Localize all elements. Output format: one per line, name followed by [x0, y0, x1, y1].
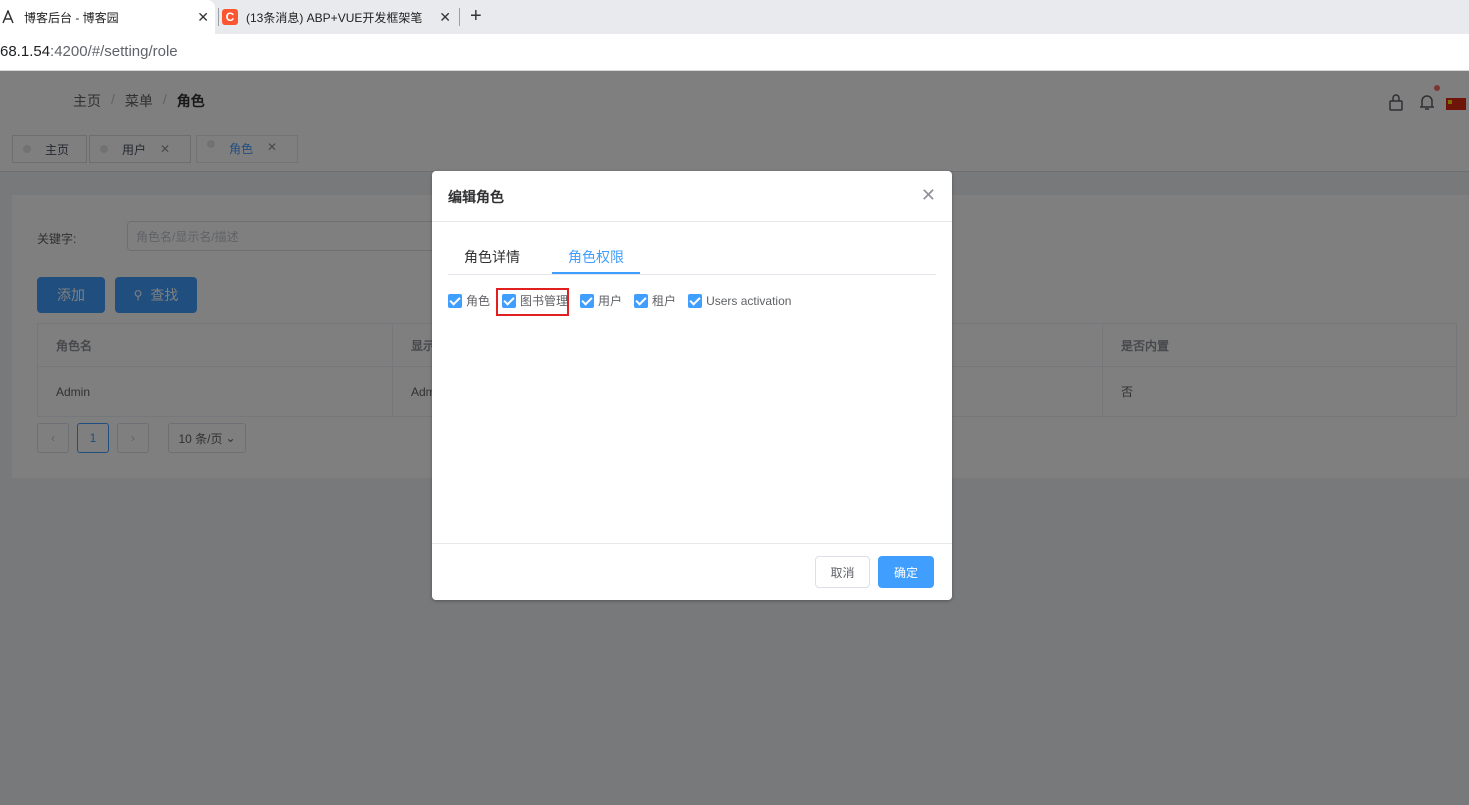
divider: [432, 221, 952, 222]
active-tab-indicator: [552, 272, 640, 274]
annotation-highlight-box: [496, 288, 569, 316]
checkbox-checked-icon[interactable]: [448, 293, 462, 308]
close-icon[interactable]: ✕: [921, 185, 936, 206]
permission-tenants[interactable]: 租户: [634, 292, 676, 309]
permission-users[interactable]: 用户: [580, 292, 622, 309]
dialog-title: 编辑角色: [448, 189, 504, 205]
tab-role-permissions[interactable]: 角色权限: [568, 247, 624, 267]
close-tab-icon[interactable]: ✕: [197, 9, 209, 26]
permission-users-activation[interactable]: Users activation: [688, 293, 791, 308]
new-tab-plus-icon[interactable]: +: [470, 5, 482, 28]
edit-role-dialog: 编辑角色 ✕ 角色详情 角色权限 角色 图书管理 用户 租户 Users act…: [432, 171, 952, 600]
browser-tab-bar: 博客后台 - 博客园 ✕ C (13条消息) ABP+VUE开发框架笔 ✕ +: [0, 0, 1469, 34]
divider: [432, 543, 952, 544]
address-bar[interactable]: 68.1.54:4200/#/setting/role: [0, 34, 1469, 71]
close-tab-icon[interactable]: ✕: [439, 9, 451, 26]
tab-divider: [218, 8, 219, 26]
url-text[interactable]: 68.1.54:4200/#/setting/role: [0, 43, 178, 60]
csdn-favicon-icon: C: [222, 9, 238, 25]
tab-role-details[interactable]: 角色详情: [464, 247, 520, 267]
browser-tab-title: (13条消息) ABP+VUE开发框架笔: [246, 10, 423, 25]
dialog-tabs: 角色详情 角色权限: [448, 241, 936, 275]
browser-tab-title: 博客后台 - 博客园: [24, 10, 119, 25]
cnblogs-favicon-icon: [0, 9, 16, 25]
browser-tab-csdn[interactable]: C (13条消息) ABP+VUE开发框架笔 ✕: [222, 0, 457, 34]
cancel-button[interactable]: 取消: [815, 556, 870, 588]
checkbox-checked-icon[interactable]: [634, 293, 649, 308]
confirm-button[interactable]: 确定: [878, 556, 934, 588]
browser-tab-active[interactable]: 博客后台 - 博客园 ✕: [0, 0, 215, 34]
tab-divider: [459, 8, 460, 26]
checkbox-checked-icon[interactable]: [688, 293, 703, 308]
checkbox-checked-icon[interactable]: [580, 293, 595, 308]
permission-role[interactable]: 角色: [448, 292, 490, 309]
